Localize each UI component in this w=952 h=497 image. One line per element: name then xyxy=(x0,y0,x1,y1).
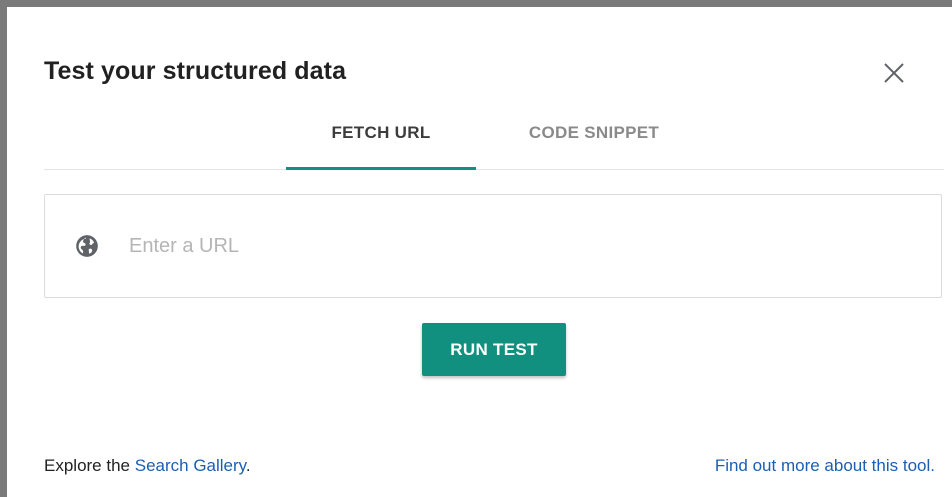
close-icon[interactable] xyxy=(880,59,908,87)
find-out-more-link[interactable]: Find out more about this tool. xyxy=(715,456,935,475)
url-input[interactable] xyxy=(129,231,889,261)
explore-suffix: . xyxy=(245,456,251,475)
tab-code-snippet[interactable]: CODE SNIPPET xyxy=(494,107,694,167)
dialog-title: Test your structured data xyxy=(44,57,347,85)
tab-bar: FETCH URL CODE SNIPPET xyxy=(44,107,944,170)
search-gallery-link[interactable]: Search Gallery xyxy=(135,456,246,475)
globe-icon xyxy=(76,235,98,257)
tab-fetch-url[interactable]: FETCH URL xyxy=(286,107,476,170)
run-test-button[interactable]: RUN TEST xyxy=(422,323,566,376)
explore-prefix: Explore the xyxy=(44,456,135,475)
footer-explore: Explore the Search Gallery. xyxy=(44,456,251,476)
url-input-box[interactable] xyxy=(44,194,942,298)
footer-find-out: Find out more about this tool. xyxy=(715,456,935,476)
dialog: Test your structured data FETCH URL CODE… xyxy=(0,0,952,497)
